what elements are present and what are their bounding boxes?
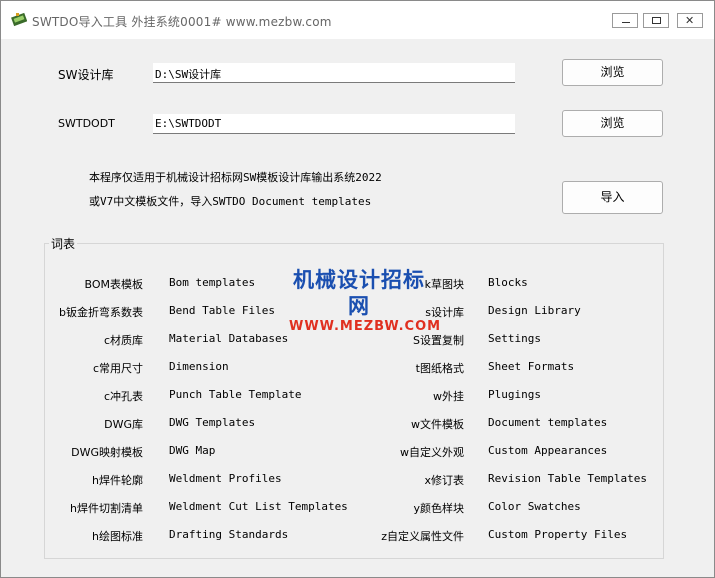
- glossary-key: w外挂: [433, 390, 464, 403]
- glossary-key: b钣金折弯系数表: [59, 306, 143, 319]
- glossary-row: DWG映射模板 DWG Map w自定义外观 Custom Appearance…: [1, 444, 714, 468]
- glossary-value: Dimension: [169, 360, 229, 373]
- glossary-row: h焊件切割清单 Weldment Cut List Templates y颜色样…: [1, 500, 714, 524]
- glossary-key: c冲孔表: [103, 390, 143, 403]
- glossary-key: x修订表: [424, 474, 464, 487]
- sw-lib-path-input[interactable]: D:\SW设计库: [153, 63, 515, 83]
- glossary-value: Sheet Formats: [488, 360, 575, 373]
- app-icon: [11, 12, 27, 27]
- glossary-value: Bom templates: [169, 276, 256, 289]
- glossary-value: DWG Templates: [169, 416, 256, 429]
- sw-lib-label: SW设计库: [58, 68, 114, 82]
- glossary-value: Bend Table Files: [169, 304, 275, 317]
- glossary-key: c常用尺寸: [92, 362, 143, 375]
- swtdodt-path-input[interactable]: E:\SWTDODT: [153, 114, 515, 134]
- import-button[interactable]: 导入: [562, 181, 663, 214]
- glossary-value: Design Library: [488, 304, 581, 317]
- glossary-value: Punch Table Template: [169, 388, 302, 401]
- close-button[interactable]: ✕: [677, 13, 703, 28]
- glossary-value: Blocks: [488, 276, 528, 289]
- watermark-logo: 机械设计招标网 WWW.MEZBW.COM: [289, 267, 440, 334]
- glossary-value: Settings: [488, 332, 541, 345]
- title-bar[interactable]: SWTDO导入工具 外挂系统0001# www.mezbw.com ✕: [1, 1, 714, 39]
- watermark-text: 机械设计招标网: [293, 267, 425, 318]
- maximize-icon: [652, 17, 661, 24]
- glossary-row: h绘图标准 Drafting Standards z自定义属性文件 Custom…: [1, 528, 714, 552]
- glossary-key: h焊件轮廓: [92, 474, 143, 487]
- glossary-key: BOM表模板: [84, 278, 143, 291]
- glossary-value: Material Databases: [169, 332, 289, 345]
- glossary-title: 词表: [49, 235, 78, 252]
- glossary-value: Weldment Cut List Templates: [169, 500, 348, 513]
- glossary-value: Color Swatches: [488, 500, 581, 513]
- glossary-key: h绘图标准: [92, 530, 143, 543]
- browse-sw-lib-button[interactable]: 浏览: [562, 59, 663, 86]
- window-title: SWTDO导入工具 外挂系统0001# www.mezbw.com: [32, 15, 332, 29]
- watermark-url: WWW.MEZBW.COM: [289, 319, 442, 334]
- glossary-key: k草图块: [424, 278, 464, 291]
- glossary-row: DWG库 DWG Templates w文件模板 Document templa…: [1, 416, 714, 440]
- glossary-value: Custom Property Files: [488, 528, 628, 541]
- glossary-value: Document templates: [488, 416, 608, 429]
- glossary-key: w自定义外观: [400, 446, 464, 459]
- glossary-row: c材质库 Material Databases S设置复制 Settings: [1, 332, 714, 356]
- browse-swtdodt-button[interactable]: 浏览: [562, 110, 663, 137]
- glossary-row: c常用尺寸 Dimension t图纸格式 Sheet Formats: [1, 360, 714, 384]
- glossary-key: c材质库: [103, 334, 143, 347]
- close-icon: ✕: [685, 14, 695, 27]
- glossary-key: t图纸格式: [415, 362, 464, 375]
- glossary-key: w文件模板: [411, 418, 464, 431]
- glossary-key: z自定义属性文件: [381, 530, 464, 543]
- glossary-key: y颜色样块: [413, 502, 464, 515]
- glossary-key: DWG库: [104, 418, 143, 431]
- glossary-row: c冲孔表 Punch Table Template w外挂 Plugings: [1, 388, 714, 412]
- description-line-2: 或V7中文模板文件，导入SWTDO Document templates: [89, 195, 372, 208]
- app-window: SWTDO导入工具 外挂系统0001# www.mezbw.com ✕ SW设计…: [0, 0, 715, 578]
- glossary-row: h焊件轮廓 Weldment Profiles x修订表 Revision Ta…: [1, 472, 714, 496]
- minimize-button[interactable]: [612, 13, 638, 28]
- glossary-value: Weldment Profiles: [169, 472, 282, 485]
- glossary-value: Plugings: [488, 388, 541, 401]
- glossary-value: Revision Table Templates: [488, 472, 647, 485]
- minimize-icon: [622, 22, 630, 23]
- glossary-key: DWG映射模板: [71, 446, 143, 459]
- maximize-button[interactable]: [643, 13, 669, 28]
- swtdodt-label: SWTDODT: [58, 117, 115, 130]
- glossary-key: h焊件切割清单: [70, 502, 143, 515]
- description-line-1: 本程序仅适用于机械设计招标网SW模板设计库输出系统2022: [89, 171, 382, 184]
- glossary-value: Drafting Standards: [169, 528, 289, 541]
- glossary-value: Custom Appearances: [488, 444, 608, 457]
- glossary-key: s设计库: [425, 306, 464, 319]
- glossary-value: DWG Map: [169, 444, 216, 457]
